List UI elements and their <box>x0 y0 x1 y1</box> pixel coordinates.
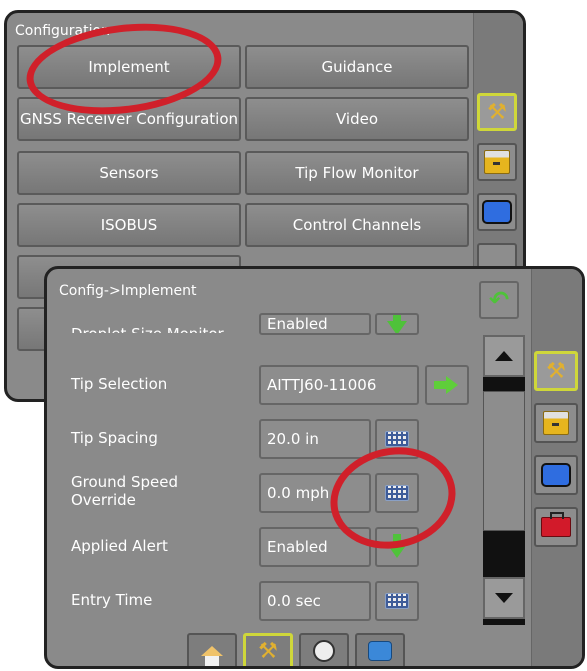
control-channels-button[interactable]: Control Channels <box>245 203 469 247</box>
implement-panel: Config->Implement ↶ Droplet Size Monitor… <box>44 266 585 669</box>
applied-alert-dropdown[interactable] <box>375 527 419 567</box>
tools-tab[interactable]: ⚒ <box>534 351 578 391</box>
droplet-size-monitor-label: Droplet Size Monitor <box>71 325 224 333</box>
video-button[interactable]: Video <box>245 97 469 141</box>
up-triangle-icon <box>495 351 513 361</box>
toolbox-tab[interactable] <box>534 507 578 547</box>
tools-icon: ⚒ <box>546 358 566 384</box>
down-arrow-icon <box>387 534 407 558</box>
right-arrow-icon <box>434 376 458 394</box>
tip-spacing-keyboard-button[interactable] <box>375 419 419 459</box>
down-triangle-icon <box>495 593 513 603</box>
entry-time-keyboard-button[interactable] <box>375 581 419 621</box>
ground-speed-override-field[interactable]: 0.0 mph <box>259 473 371 513</box>
tip-selection-field[interactable]: AITTJ60-11006 <box>259 365 419 405</box>
entry-time-label: Entry Time <box>71 591 153 609</box>
tools-tab[interactable]: ⚒ <box>477 93 517 131</box>
sensors-button[interactable]: Sensors <box>17 151 241 195</box>
tools-icon: ⚒ <box>258 638 278 664</box>
tip-spacing-label: Tip Spacing <box>71 429 158 447</box>
drawer-tab[interactable] <box>534 403 578 443</box>
home-icon <box>201 646 223 666</box>
scrollbar-thumb[interactable] <box>483 391 525 531</box>
isobus-button[interactable]: ISOBUS <box>17 203 241 247</box>
scroll-up-button[interactable] <box>483 335 525 377</box>
panel-title: Config->Implement <box>59 283 197 299</box>
drawer-icon <box>484 150 510 174</box>
tip-selection-label: Tip Selection <box>71 375 168 393</box>
tools-nav-button[interactable]: ⚒ <box>243 633 293 666</box>
applied-alert-label: Applied Alert <box>71 537 168 555</box>
screen-tab[interactable] <box>477 193 517 231</box>
tools-icon: ⚒ <box>487 99 507 125</box>
help-nav-button[interactable] <box>355 633 405 666</box>
home-button[interactable] <box>187 633 237 666</box>
screen-icon <box>482 200 512 224</box>
gnss-receiver-configuration-button[interactable]: GNSS Receiver Configuration <box>17 97 241 141</box>
scroll-down-button[interactable] <box>483 577 525 619</box>
gauge-nav-button[interactable] <box>299 633 349 666</box>
implement-button[interactable]: Implement <box>17 45 241 89</box>
help-icon <box>368 641 392 661</box>
ground-speed-override-label: Ground Speed Override <box>71 473 178 509</box>
droplet-size-monitor-dropdown[interactable] <box>375 313 419 335</box>
tip-selection-next-button[interactable] <box>425 365 469 405</box>
guidance-button[interactable]: Guidance <box>245 45 469 89</box>
panel-title: Configuration <box>15 23 110 39</box>
toolbox-icon <box>541 512 571 537</box>
bottom-nav: ⚒ <box>187 633 409 666</box>
screen-tab[interactable] <box>534 455 578 495</box>
ground-speed-override-keyboard-button[interactable] <box>375 473 419 513</box>
tip-flow-monitor-button[interactable]: Tip Flow Monitor <box>245 151 469 195</box>
drawer-tab[interactable] <box>477 143 517 181</box>
gauge-icon <box>313 640 335 662</box>
back-button[interactable]: ↶ <box>479 281 519 319</box>
droplet-size-monitor-field[interactable]: Enabled <box>259 313 371 335</box>
keyboard-icon <box>385 431 409 447</box>
keyboard-icon <box>385 593 409 609</box>
down-arrow-icon <box>387 315 407 333</box>
return-arrow-icon: ↶ <box>488 286 510 314</box>
keyboard-icon <box>385 485 409 501</box>
screen-icon <box>541 463 571 487</box>
entry-time-field[interactable]: 0.0 sec <box>259 581 371 621</box>
drawer-icon <box>543 411 569 435</box>
tip-spacing-field[interactable]: 20.0 in <box>259 419 371 459</box>
applied-alert-field[interactable]: Enabled <box>259 527 371 567</box>
